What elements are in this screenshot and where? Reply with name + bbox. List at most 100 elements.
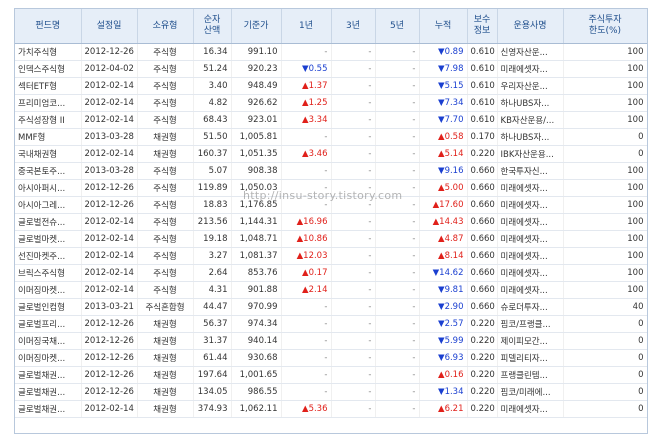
header-manager[interactable]: 운용사명 bbox=[497, 9, 564, 44]
return-3y-cell: - bbox=[331, 111, 376, 129]
return-3y-cell: - bbox=[331, 128, 376, 146]
setup-date-cell: 2012-02-14 bbox=[81, 400, 138, 418]
stock-limit-cell: 100 bbox=[563, 179, 647, 197]
return-3y-cell: - bbox=[331, 94, 376, 112]
return-3y-cell: - bbox=[331, 60, 376, 78]
table-row[interactable]: 국내채권형 2012-02-14 채권형 160.37 1,051.35 ▲3.46- - ▲… bbox=[15, 145, 647, 163]
base-price-cell: 991.10 bbox=[231, 43, 282, 61]
stock-limit-cell: 100 bbox=[563, 230, 647, 248]
table-row[interactable]: MMF형 2013-03-28 채권형 51.50 1,005.81- - - ▲0.58 0.… bbox=[15, 128, 647, 146]
return-1y-cell: ▲1.37 bbox=[281, 77, 332, 95]
net-assets-cell: 374.93 bbox=[193, 400, 232, 418]
return-3y-cell: - bbox=[331, 281, 376, 299]
stock-limit-cell: 0 bbox=[563, 332, 647, 350]
fund-name-cell: 글로벌채권... bbox=[15, 400, 82, 418]
table-row[interactable]: 이머징마켓... 2012-02-14 주식형 4.31 901.88 ▲2.14- - ▼9… bbox=[15, 281, 647, 299]
table-row[interactable]: 글로벌채권... 2012-12-26 채권형 197.64 1,001.65- - - ▲0… bbox=[15, 366, 647, 384]
header-setup-date[interactable]: 설정일 bbox=[81, 9, 138, 44]
return-5y-cell: - bbox=[375, 111, 420, 129]
base-price-cell: 940.14 bbox=[231, 332, 282, 350]
fee-cell: 0.660 bbox=[467, 230, 498, 248]
header-sub-type[interactable]: 소유형 bbox=[137, 9, 194, 44]
manager-cell: 미래에셋자... bbox=[497, 281, 564, 299]
header-3y[interactable]: 3년 bbox=[331, 9, 376, 44]
table-row[interactable]: 가치주식형 2012-12-26 주식형 16.34 991.10- - - ▼0.89 0.6… bbox=[15, 43, 647, 61]
stock-limit-cell: 100 bbox=[563, 60, 647, 78]
header-fee-info[interactable]: 보수 정보 bbox=[467, 9, 498, 44]
fund-name-cell: 가치주식형 bbox=[15, 43, 82, 61]
table-row[interactable]: 인덱스주식형 2012-04-02 주식형 51.24 920.23 ▼0.55- - ▼7.… bbox=[15, 60, 647, 78]
table-row[interactable]: 글로벌채권... 2012-02-14 채권형 374.93 1,062.11 ▲5.36… bbox=[15, 400, 647, 418]
return-5y-cell: - bbox=[375, 162, 420, 180]
base-price-cell: 926.62 bbox=[231, 94, 282, 112]
fee-cell: 0.660 bbox=[467, 281, 498, 299]
return-1y-cell: - bbox=[281, 332, 332, 350]
return-5y-cell: - bbox=[375, 264, 420, 282]
return-value: 0.17 bbox=[308, 268, 328, 278]
fund-name-cell: 글로벌마켓... bbox=[15, 230, 82, 248]
return-value: 0.55 bbox=[308, 64, 328, 74]
header-base-price[interactable]: 기준가 bbox=[231, 9, 282, 44]
base-price-cell: 901.88 bbox=[231, 281, 282, 299]
header-net-assets[interactable]: 순자 산액 bbox=[193, 9, 232, 44]
setup-date-cell: 2012-02-14 bbox=[81, 264, 138, 282]
header-fund-name[interactable]: 펀드명 bbox=[15, 9, 82, 44]
table-row[interactable]: 프리미엄코... 2012-02-14 주식형 4.82 926.62 ▲1.25- - ▼7… bbox=[15, 94, 647, 112]
return-1y-cell: - bbox=[281, 43, 332, 61]
net-assets-cell: 4.31 bbox=[193, 281, 232, 299]
sub-type-cell: 주식형 bbox=[137, 230, 194, 248]
sub-type-cell: 채권형 bbox=[137, 128, 194, 146]
return-3y-cell: - bbox=[331, 315, 376, 333]
return-cumulative-cell: ▼14.62 bbox=[419, 264, 468, 282]
return-value: 5.14 bbox=[444, 149, 464, 159]
table-row[interactable]: 주식성장형 II 2012-02-14 주식형 68.43 923.01 ▲3.34- - ▼… bbox=[15, 111, 647, 129]
table-row[interactable]: 글로벌채권... 2012-12-26 채권형 134.05 986.55- - - ▼1.3… bbox=[15, 383, 647, 401]
fund-name-cell: 주식성장형 II bbox=[15, 111, 82, 129]
base-price-cell: 920.23 bbox=[231, 60, 282, 78]
return-1y-cell: - bbox=[281, 196, 332, 214]
fund-name-cell: 글로벌전슈... bbox=[15, 213, 82, 231]
return-cumulative-cell: ▲5.14 bbox=[419, 145, 468, 163]
manager-cell: 한국투자신... bbox=[497, 162, 564, 180]
setup-date-cell: 2012-12-26 bbox=[81, 196, 138, 214]
table-row[interactable]: 글로벌전슈... 2012-02-14 주식형 213.56 1,144.31 ▲16.9… bbox=[15, 213, 647, 231]
setup-date-cell: 2012-02-14 bbox=[81, 94, 138, 112]
table-row[interactable]: 중국본토주... 2013-03-28 주식형 5.07 908.38- - - ▼9.16 0… bbox=[15, 162, 647, 180]
header-1y[interactable]: 1년 bbox=[281, 9, 332, 44]
sub-type-cell: 채권형 bbox=[137, 315, 194, 333]
table-row[interactable]: 아시아그레... 2012-12-26 주식형 18.83 1,176.85- - - ▲17… bbox=[15, 196, 647, 214]
stock-limit-cell: 0 bbox=[563, 400, 647, 418]
table-row[interactable]: 아시아퍼시... 2012-12-26 주식형 119.89 1,050.03- - - ▲5… bbox=[15, 179, 647, 197]
return-value: 2.57 bbox=[444, 319, 464, 329]
setup-date-cell: 2013-03-21 bbox=[81, 298, 138, 316]
manager-cell: 우리자산운... bbox=[497, 77, 564, 95]
manager-cell: 피델리티자... bbox=[497, 349, 564, 367]
table-row[interactable]: 글로벌마켓... 2012-02-14 주식형 19.18 1,048.71 ▲10.86… bbox=[15, 230, 647, 248]
return-value: 3.34 bbox=[308, 115, 328, 125]
table-row[interactable]: 이머징마켓... 2012-12-26 채권형 61.44 930.68- - - ▼6.93… bbox=[15, 349, 647, 367]
manager-cell: 미래에셋자... bbox=[497, 230, 564, 248]
table-row[interactable]: 글로벌인컴형 2013-03-21 주식혼합형 44.47 970.99- - - ▼2.90… bbox=[15, 298, 647, 316]
table-row[interactable]: 브릭스주식형 2012-02-14 주식형 2.64 853.76 ▲0.17- - ▼14.… bbox=[15, 264, 647, 282]
stock-limit-cell: 100 bbox=[563, 111, 647, 129]
table-row[interactable]: 섹터ETF형 2012-02-14 주식형 3.40 948.49 ▲1.37- - ▼5.1… bbox=[15, 77, 647, 95]
header-5y[interactable]: 5년 bbox=[375, 9, 420, 44]
setup-date-cell: 2012-12-26 bbox=[81, 332, 138, 350]
fund-name-cell: MMF형 bbox=[15, 128, 82, 146]
return-3y-cell: - bbox=[331, 332, 376, 350]
return-cumulative-cell: ▼7.70 bbox=[419, 111, 468, 129]
return-3y-cell: - bbox=[331, 264, 376, 282]
return-value: 2.14 bbox=[308, 285, 328, 295]
table-row[interactable]: 선진마켓주... 2012-02-14 주식형 3.27 1,081.37 ▲12.03-… bbox=[15, 247, 647, 265]
header-stock-limit[interactable]: 주식투자 한도(%) bbox=[563, 9, 647, 44]
return-5y-cell: - bbox=[375, 366, 420, 384]
table-row[interactable]: 글로벌프리... 2012-12-26 채권형 56.37 974.34- - - ▼2.57… bbox=[15, 315, 647, 333]
return-1y-cell: ▲5.36 bbox=[281, 400, 332, 418]
table-row[interactable]: 이머징국채... 2012-12-26 채권형 31.37 940.14- - - ▼5.99… bbox=[15, 332, 647, 350]
return-5y-cell: - bbox=[375, 298, 420, 316]
header-cumulative[interactable]: 누적 bbox=[419, 9, 468, 44]
sub-type-cell: 주식형 bbox=[137, 43, 194, 61]
stock-limit-cell: 0 bbox=[563, 366, 647, 384]
sub-type-cell: 주식형 bbox=[137, 281, 194, 299]
return-value: 4.87 bbox=[444, 234, 464, 244]
